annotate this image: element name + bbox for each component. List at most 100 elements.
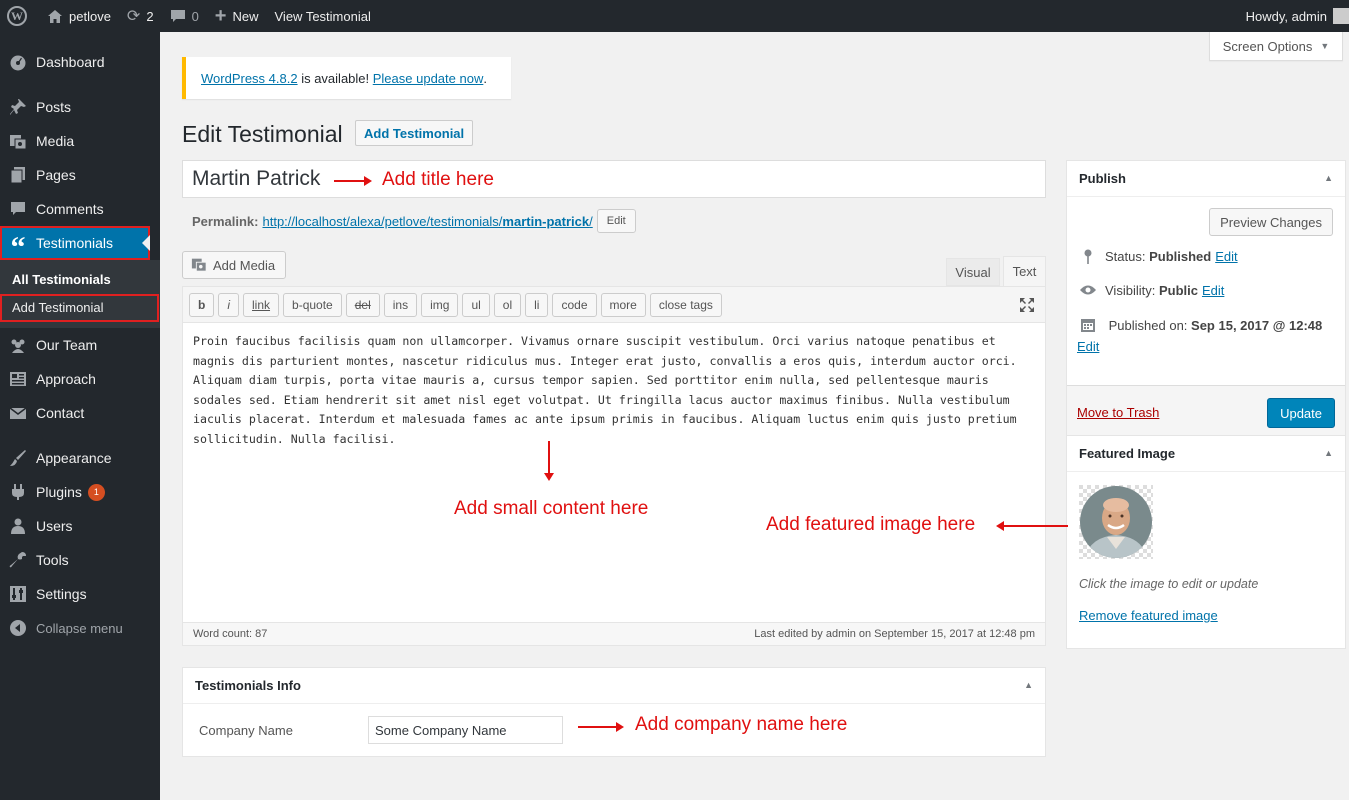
company-name-input[interactable]: Some Company Name: [368, 716, 563, 744]
howdy-greeting: Howdy, admin: [1245, 8, 1327, 24]
menu-our-team[interactable]: Our Team: [0, 328, 160, 362]
editor-status-bar: Word count: 87 Last edited by admin on S…: [183, 622, 1045, 645]
publishing-actions: Move to Trash Update: [1067, 385, 1345, 442]
add-testimonial-button[interactable]: Add Testimonial: [355, 120, 474, 146]
menu-label: Dashboard: [36, 54, 105, 70]
published-value: Sep 15, 2017 @ 12:48: [1191, 317, 1323, 333]
tab-visual[interactable]: Visual: [946, 258, 1000, 286]
qt-blockquote-button[interactable]: b-quote: [283, 292, 342, 317]
remove-featured-image-link[interactable]: Remove featured image: [1079, 608, 1218, 623]
submenu-all-testimonials[interactable]: All Testimonials: [0, 266, 160, 294]
menu-appearance[interactable]: Appearance: [0, 441, 160, 475]
menu-testimonials[interactable]: “ Testimonials: [0, 226, 150, 263]
menu-label: Approach: [36, 371, 96, 387]
user-icon: [8, 516, 28, 536]
menu-pages[interactable]: Pages: [0, 158, 160, 192]
menu-label: Collapse menu: [36, 620, 123, 636]
eye-icon: [1079, 283, 1097, 299]
updates-icon: ⟳: [126, 8, 141, 25]
add-media-button[interactable]: Add Media: [182, 251, 287, 279]
qt-ins-button[interactable]: ins: [383, 292, 418, 317]
qt-link-button[interactable]: link: [243, 292, 280, 317]
collapse-toggle-icon[interactable]: ▲: [1324, 448, 1333, 458]
menu-contact[interactable]: Contact: [0, 396, 160, 430]
published-edit-link[interactable]: Edit: [1077, 339, 1099, 354]
menu-plugins[interactable]: Plugins 1: [0, 475, 160, 509]
collapse-toggle-icon[interactable]: ▲: [1024, 680, 1033, 690]
title-annotation: Add title here: [382, 169, 494, 190]
page-title: Edit Testimonial: [182, 121, 343, 147]
menu-label: Plugins: [36, 484, 82, 500]
featured-image-heading: Featured Image: [1079, 446, 1176, 461]
submenu-add-testimonial[interactable]: Add Testimonial: [0, 294, 159, 322]
menu-label: Tools: [36, 552, 69, 568]
pin-icon: [1079, 249, 1097, 268]
visibility-edit-link[interactable]: Edit: [1202, 283, 1224, 298]
qt-code-button[interactable]: code: [552, 292, 597, 317]
plugin-icon: [8, 482, 28, 502]
menu-users[interactable]: Users: [0, 509, 160, 543]
main-content: Screen Options ▼ WordPress 4.8.2 is avai…: [160, 32, 1349, 800]
new-content-menu[interactable]: + New: [207, 0, 267, 32]
comments-menu[interactable]: 0: [162, 0, 207, 32]
content-annotation: Add small content here: [454, 498, 649, 519]
qt-img-button[interactable]: img: [421, 292, 459, 317]
preview-changes-button[interactable]: Preview Changes: [1209, 208, 1333, 236]
qt-more-button[interactable]: more: [600, 292, 646, 317]
testimonials-info-header[interactable]: Testimonials Info ▲: [183, 668, 1045, 704]
testimonials-submenu: All Testimonials Add Testimonial: [0, 260, 160, 328]
menu-approach[interactable]: Approach: [0, 362, 160, 396]
fullscreen-icon[interactable]: [1019, 297, 1035, 316]
update-notice: WordPress 4.8.2 is available! Please upd…: [182, 57, 511, 99]
post-title-input[interactable]: Martin Patrick: [182, 160, 1046, 198]
testimonials-info-heading: Testimonials Info: [195, 678, 301, 693]
menu-media[interactable]: Media: [0, 124, 160, 158]
featured-image-box: Featured Image ▲ Click the image to edit…: [1066, 435, 1346, 649]
menu-label: Contact: [36, 405, 85, 421]
featured-image-header[interactable]: Featured Image ▲: [1067, 436, 1345, 472]
qt-del-button[interactable]: del: [345, 292, 380, 317]
site-name-menu[interactable]: petlove: [39, 0, 119, 32]
qt-ol-button[interactable]: ol: [493, 292, 522, 317]
admin-sidebar: Dashboard Posts Media Pages Comments “ T…: [0, 32, 160, 800]
screen-options-button[interactable]: Screen Options ▼: [1209, 32, 1343, 61]
my-account-menu[interactable]: Howdy, admin: [1238, 0, 1349, 32]
qt-li-button[interactable]: li: [525, 292, 549, 317]
update-button[interactable]: Update: [1267, 398, 1335, 428]
view-testimonial-link[interactable]: View Testimonial: [267, 0, 379, 32]
dashboard-icon: [8, 52, 28, 72]
qt-italic-button[interactable]: i: [218, 292, 240, 317]
move-to-trash-link[interactable]: Move to Trash: [1077, 405, 1159, 420]
permalink-link[interactable]: http://localhost/alexa/petlove/testimoni…: [262, 214, 592, 229]
admin-bar: W petlove ⟳ 2 0 + New View Testimonial H…: [0, 0, 1349, 32]
permalink-edit-button[interactable]: Edit: [596, 209, 636, 233]
publish-header[interactable]: Publish ▲: [1067, 161, 1345, 197]
featured-annotation-arrow: [996, 521, 1068, 531]
wp-logo-menu[interactable]: W: [0, 0, 39, 32]
featured-image-thumbnail[interactable]: [1079, 485, 1153, 559]
title-annotation-arrow: [334, 176, 372, 186]
permalink-end: /: [589, 213, 593, 229]
tab-text[interactable]: Text: [1003, 256, 1046, 286]
editor-content-textarea[interactable]: Proin faucibus facilisis quam non ullamc…: [183, 323, 1045, 458]
menu-dashboard[interactable]: Dashboard: [0, 45, 160, 79]
notice-text: is available!: [297, 70, 373, 86]
qt-bold-button[interactable]: b: [189, 292, 215, 317]
publish-box: Publish ▲ Preview Changes Status: Publis…: [1066, 160, 1346, 443]
menu-tools[interactable]: Tools: [0, 543, 160, 577]
wordpress-version-link[interactable]: WordPress 4.8.2: [201, 71, 298, 86]
media-icon: [8, 131, 28, 151]
permalink-row: Permalink: http://localhost/alexa/petlov…: [192, 209, 636, 233]
collapse-toggle-icon[interactable]: ▲: [1324, 173, 1333, 183]
menu-posts[interactable]: Posts: [0, 90, 160, 124]
qt-ul-button[interactable]: ul: [462, 292, 490, 317]
update-now-link[interactable]: Please update now: [373, 71, 484, 86]
status-edit-link[interactable]: Edit: [1215, 249, 1237, 264]
mail-icon: [8, 403, 28, 423]
add-media-label: Add Media: [213, 257, 276, 273]
menu-settings[interactable]: Settings: [0, 577, 160, 611]
updates-menu[interactable]: ⟳ 2: [119, 0, 162, 32]
qt-close-tags-button[interactable]: close tags: [649, 292, 722, 317]
menu-comments[interactable]: Comments: [0, 192, 160, 226]
collapse-menu-button[interactable]: Collapse menu: [0, 611, 160, 645]
